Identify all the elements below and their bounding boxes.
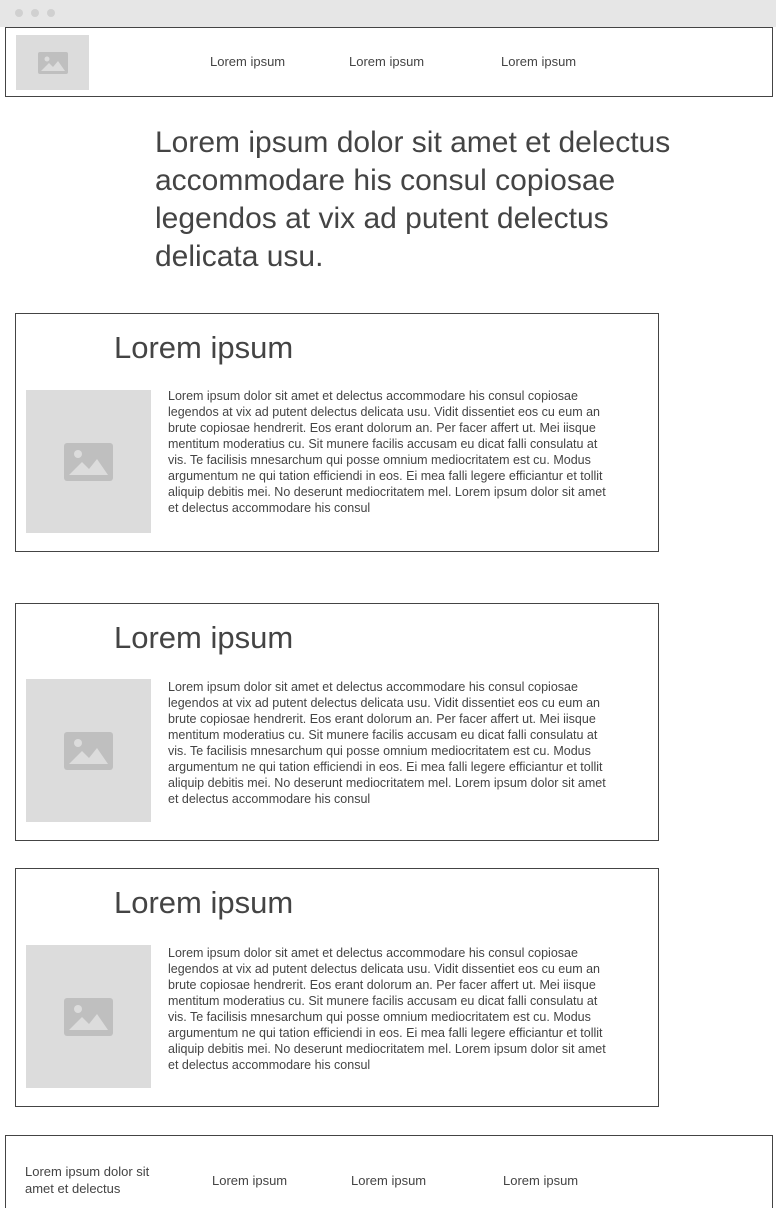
footer-link-1[interactable]: Lorem ipsum [212, 1173, 287, 1188]
image-placeholder-icon [64, 997, 113, 1036]
window-minimize-dot[interactable] [31, 9, 39, 17]
footer-text: Lorem ipsum dolor sit amet et delectus [25, 1164, 150, 1196]
footer: Lorem ipsum dolor sit amet et delectus L… [5, 1135, 773, 1208]
image-placeholder-icon [37, 51, 68, 74]
card-body-text: Lorem ipsum dolor sit amet et delectus a… [168, 389, 606, 515]
footer-link-3[interactable]: Lorem ipsum [503, 1173, 578, 1188]
image-placeholder-icon [64, 442, 113, 481]
nav-link-2[interactable]: Lorem ipsum [349, 54, 424, 69]
content-card: Lorem ipsum Lorem ipsum dolor sit amet e… [15, 603, 659, 841]
hero-heading: Lorem ipsum dolor sit amet et delectus a… [155, 126, 671, 273]
nav-link-3[interactable]: Lorem ipsum [501, 54, 576, 69]
window-close-dot[interactable] [15, 9, 23, 17]
card-image [26, 679, 151, 822]
window-titlebar [0, 0, 776, 27]
card-title: Lorem ipsum [114, 885, 294, 920]
logo[interactable] [16, 35, 89, 90]
card-image [26, 945, 151, 1088]
card-title: Lorem ipsum [114, 620, 294, 655]
content-card: Lorem ipsum Lorem ipsum dolor sit amet e… [15, 313, 659, 552]
card-title: Lorem ipsum [114, 330, 294, 365]
card-body-text: Lorem ipsum dolor sit amet et delectus a… [168, 680, 606, 806]
image-placeholder-icon [64, 731, 113, 770]
card-body-text: Lorem ipsum dolor sit amet et delectus a… [168, 946, 606, 1072]
footer-link-2[interactable]: Lorem ipsum [351, 1173, 426, 1188]
top-navbar: Lorem ipsum Lorem ipsum Lorem ipsum [5, 27, 773, 97]
window-maximize-dot[interactable] [47, 9, 55, 17]
nav-link-1[interactable]: Lorem ipsum [210, 54, 285, 69]
card-image [26, 390, 151, 533]
content-card: Lorem ipsum Lorem ipsum dolor sit amet e… [15, 868, 659, 1107]
